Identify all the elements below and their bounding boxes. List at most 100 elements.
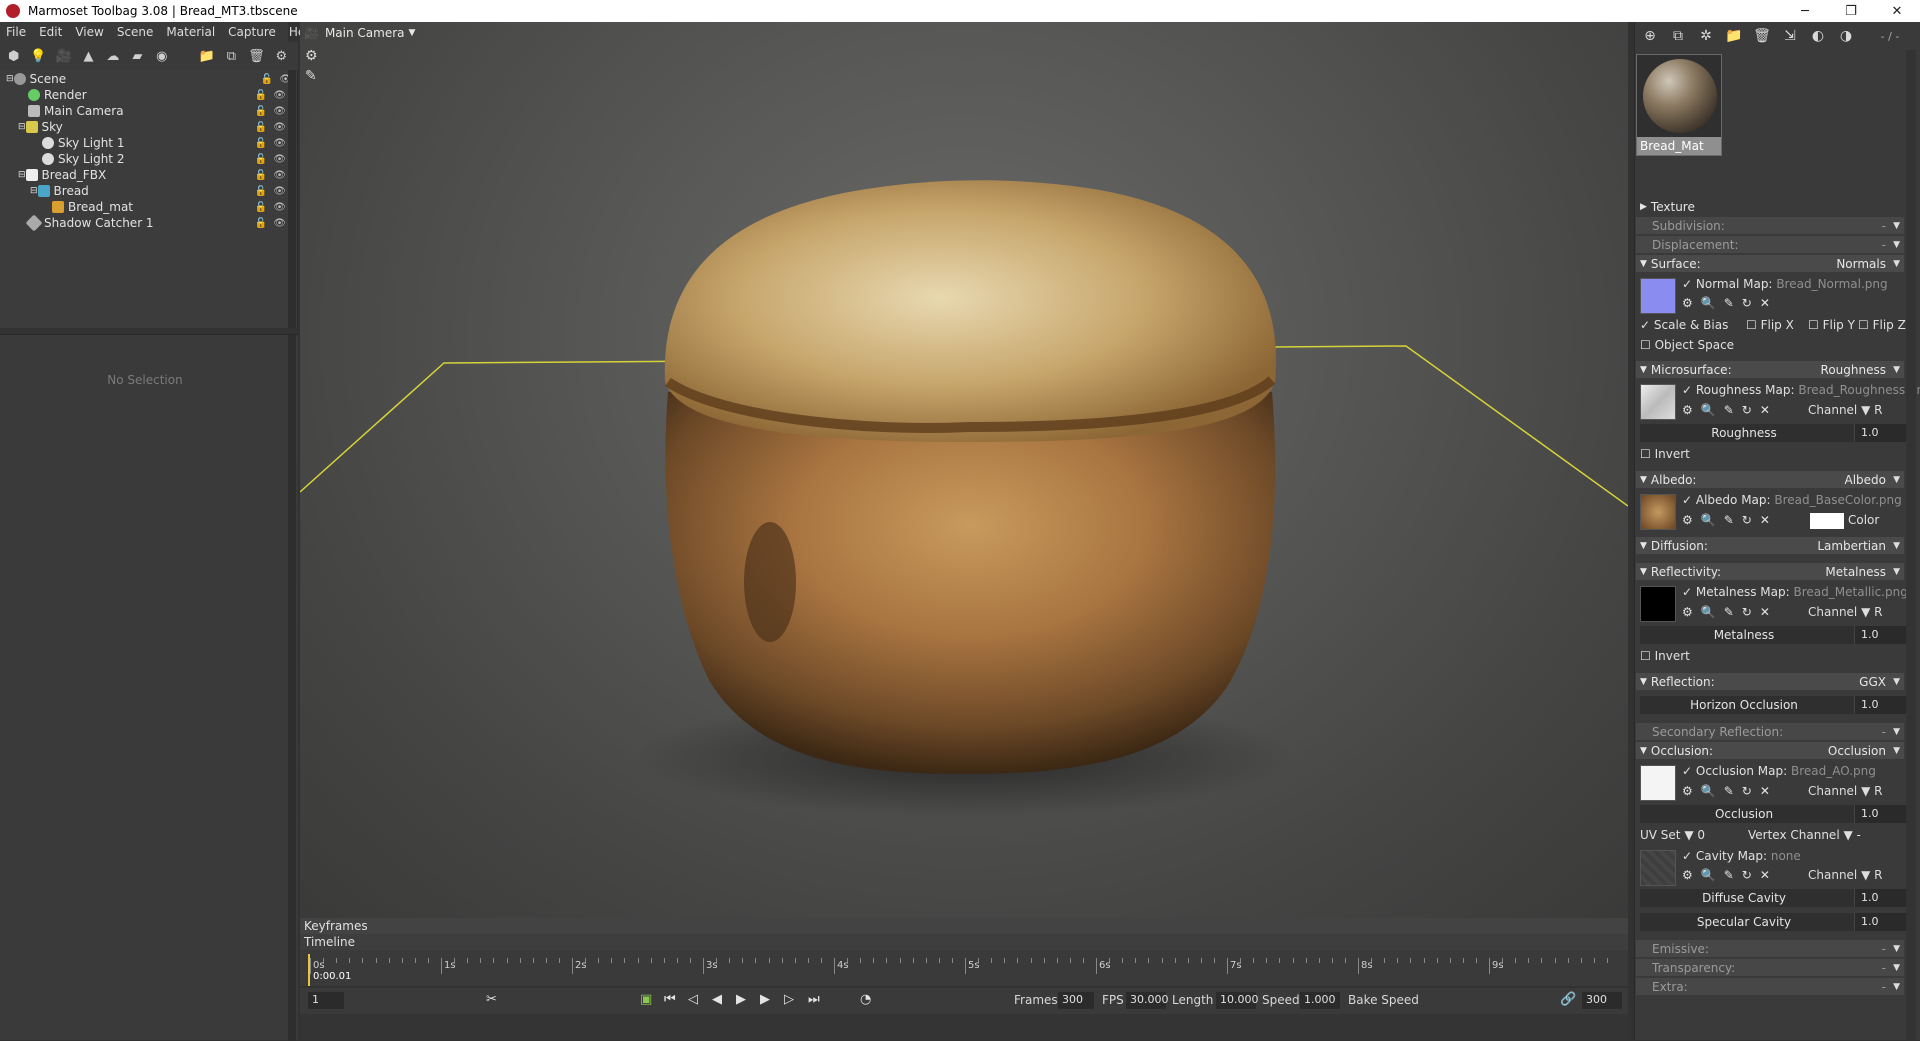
tree-item-sky-light-1[interactable]: Sky Light 1 🔓 👁 — [42, 135, 290, 151]
frames-input[interactable]: 300 — [1058, 992, 1094, 1009]
reload-icon[interactable]: ↻ — [1742, 513, 1752, 527]
3d-viewport[interactable] — [300, 22, 1628, 918]
tree-item-scene[interactable]: ⊟ Scene 🔓 👁 — [6, 71, 296, 87]
occlusion-map-thumbnail[interactable] — [1640, 765, 1676, 801]
gear-icon[interactable]: ⚙ — [1682, 868, 1693, 882]
timeline-header[interactable]: Timeline — [300, 934, 1628, 950]
tree-item-main-camera[interactable]: Main Camera 🔓 👁 — [28, 103, 290, 119]
trim-scissors-icon[interactable]: ✂ — [486, 992, 497, 1007]
search-icon[interactable]: 🔍 — [1701, 784, 1716, 798]
speed-input[interactable]: 1.000 — [1300, 992, 1340, 1009]
step-forward-icon[interactable]: ▶ — [760, 992, 770, 1007]
open-folder-icon[interactable]: 📁 — [198, 47, 214, 65]
row-toggles[interactable]: 🔓 👁 — [255, 202, 286, 213]
texture-section[interactable]: ▶ Texture — [1636, 198, 1904, 215]
row-toggles[interactable]: 🔓 👁 — [255, 170, 286, 181]
collapse-icon[interactable]: ⊟ — [6, 74, 14, 84]
specular-cavity-value[interactable]: 1.0 — [1854, 913, 1906, 931]
normal-map-thumbnail[interactable] — [1640, 278, 1676, 314]
tree-item-shadow-catcher-1[interactable]: Shadow Catcher 1 🔓 👁 — [25, 214, 290, 232]
row-toggles[interactable]: 🔓 👁 — [255, 218, 286, 229]
occlusion-value[interactable]: 1.0 — [1854, 805, 1906, 823]
restore-button[interactable]: ❐ — [1828, 0, 1874, 22]
outliner-scrollbar[interactable] — [288, 70, 296, 328]
material-picker-icon[interactable]: ◐ — [1804, 28, 1832, 44]
properties-scrollbar[interactable] — [288, 335, 296, 1041]
play-icon[interactable]: ▶ — [736, 992, 746, 1007]
add-fog-icon[interactable]: ☁ — [105, 47, 120, 65]
duplicate-material-icon[interactable]: ⧉ — [1664, 28, 1692, 44]
albedo-map-thumbnail[interactable] — [1640, 494, 1676, 530]
prev-keyframe-icon[interactable]: ◁ — [688, 992, 698, 1007]
menu-edit[interactable]: Edit — [39, 25, 62, 39]
close-icon[interactable]: ✕ — [1760, 784, 1770, 798]
material-name[interactable]: Bread_Mat — [1637, 137, 1721, 155]
vertex-channel-select[interactable]: Vertex Channel ▼ - — [1748, 828, 1861, 842]
material-thumbnail[interactable]: Bread_Mat — [1636, 54, 1722, 156]
roughness-map-thumbnail[interactable] — [1640, 384, 1676, 420]
viewport-settings-gear-icon[interactable]: ⚙ — [305, 48, 318, 64]
settings-gear-icon[interactable]: ⚙ — [274, 47, 289, 65]
metalness-slider[interactable]: Metalness 1.0 — [1640, 626, 1906, 644]
close-icon[interactable]: ✕ — [1760, 868, 1770, 882]
add-camera-icon[interactable]: 🎥 — [56, 47, 72, 65]
cavity-map-thumbnail[interactable] — [1640, 850, 1676, 886]
horizon-occlusion-value[interactable]: 1.0 — [1854, 696, 1906, 714]
reload-icon[interactable]: ↻ — [1742, 784, 1752, 798]
reload-icon[interactable]: ↻ — [1742, 605, 1752, 619]
tree-item-bread[interactable]: ⊟ Bread 🔓 👁 — [30, 183, 290, 199]
flip-x-checkbox[interactable]: ☐ Flip X — [1746, 318, 1794, 332]
roughness-value[interactable]: 1.0 — [1854, 424, 1906, 442]
menu-capture[interactable]: Capture — [228, 25, 276, 39]
uv-set-select[interactable]: UV Set ▼ 0 — [1640, 828, 1705, 842]
delete-icon[interactable]: 🗑 — [248, 47, 265, 65]
skip-to-start-icon[interactable]: ⏮ — [664, 992, 676, 1007]
reload-icon[interactable]: ↻ — [1742, 868, 1752, 882]
menu-view[interactable]: View — [75, 25, 103, 39]
emissive-section[interactable]: Emissive: - ▼ — [1636, 940, 1904, 957]
displacement-section[interactable]: Displacement: - ▼ — [1636, 236, 1904, 253]
speed-dial-icon[interactable]: ◔ — [860, 992, 871, 1007]
search-icon[interactable]: 🔍 — [1701, 513, 1716, 527]
next-keyframe-icon[interactable]: ▷ — [784, 992, 794, 1007]
link-icon[interactable]: 🔗 — [1560, 992, 1576, 1007]
end-frame-input[interactable]: 300 — [1582, 992, 1622, 1009]
transparency-section[interactable]: Transparency: - ▼ — [1636, 959, 1904, 976]
tree-item-render[interactable]: Render 🔓 👁 — [28, 87, 290, 103]
close-button[interactable]: ✕ — [1874, 0, 1920, 22]
metalness-map-file[interactable]: Bread_Metallic.png — [1794, 585, 1908, 599]
assign-material-icon[interactable]: ⇲ — [1776, 28, 1804, 44]
step-back-icon[interactable]: ◀ — [712, 992, 722, 1007]
diffusion-section[interactable]: ▼ Diffusion: Lambertian ▼ — [1636, 537, 1904, 554]
specular-cavity-slider[interactable]: Specular Cavity 1.0 — [1640, 913, 1906, 931]
timeline-track[interactable] — [300, 1014, 1628, 1040]
row-toggles[interactable]: 🔓 👁 — [255, 90, 286, 101]
extra-section[interactable]: Extra: - ▼ — [1636, 978, 1904, 995]
add-shadow-catcher-icon[interactable]: ▲ — [81, 47, 96, 65]
occlusion-section[interactable]: ▼ Occlusion: Occlusion ▼ — [1636, 742, 1904, 759]
diffuse-cavity-slider[interactable]: Diffuse Cavity 1.0 — [1640, 889, 1906, 907]
close-icon[interactable]: ✕ — [1760, 605, 1770, 619]
row-toggles[interactable]: 🔓 👁 — [255, 138, 286, 149]
cavity-channel-select[interactable]: Channel ▼ R — [1808, 868, 1882, 882]
edit-icon[interactable]: ✎ — [1724, 605, 1734, 619]
menu-material[interactable]: Material — [166, 25, 215, 39]
microsurface-section[interactable]: ▼ Microsurface: Roughness ▼ — [1636, 361, 1904, 378]
cavity-map-file[interactable]: none — [1771, 849, 1801, 863]
frame-input[interactable]: 1 — [308, 992, 344, 1009]
search-icon[interactable]: 🔍 — [1701, 403, 1716, 417]
loop-icon[interactable]: ▣ — [640, 992, 652, 1007]
flip-z-checkbox[interactable]: ☐ Flip Z — [1858, 318, 1906, 332]
delete-material-icon[interactable]: 🗑 — [1748, 28, 1776, 44]
occlusion-map-file[interactable]: Bread_AO.png — [1791, 764, 1876, 778]
close-icon[interactable]: ✕ — [1760, 513, 1770, 527]
collapse-icon[interactable]: ⊟ — [30, 186, 38, 196]
keyframes-header[interactable]: Keyframes — [300, 918, 1628, 934]
subdivision-section[interactable]: Subdivision: - ▼ — [1636, 217, 1904, 234]
tree-item-bread-mat[interactable]: Bread_mat 🔓 👁 — [52, 199, 290, 215]
row-toggles[interactable]: 🔓 👁 — [255, 154, 286, 165]
duplicate-icon[interactable]: ⧉ — [224, 47, 239, 65]
material-grid-icon[interactable]: ✲ — [1692, 28, 1720, 44]
object-space-checkbox[interactable]: ☐ Object Space — [1640, 338, 1734, 352]
search-icon[interactable]: 🔍 — [1701, 296, 1716, 310]
